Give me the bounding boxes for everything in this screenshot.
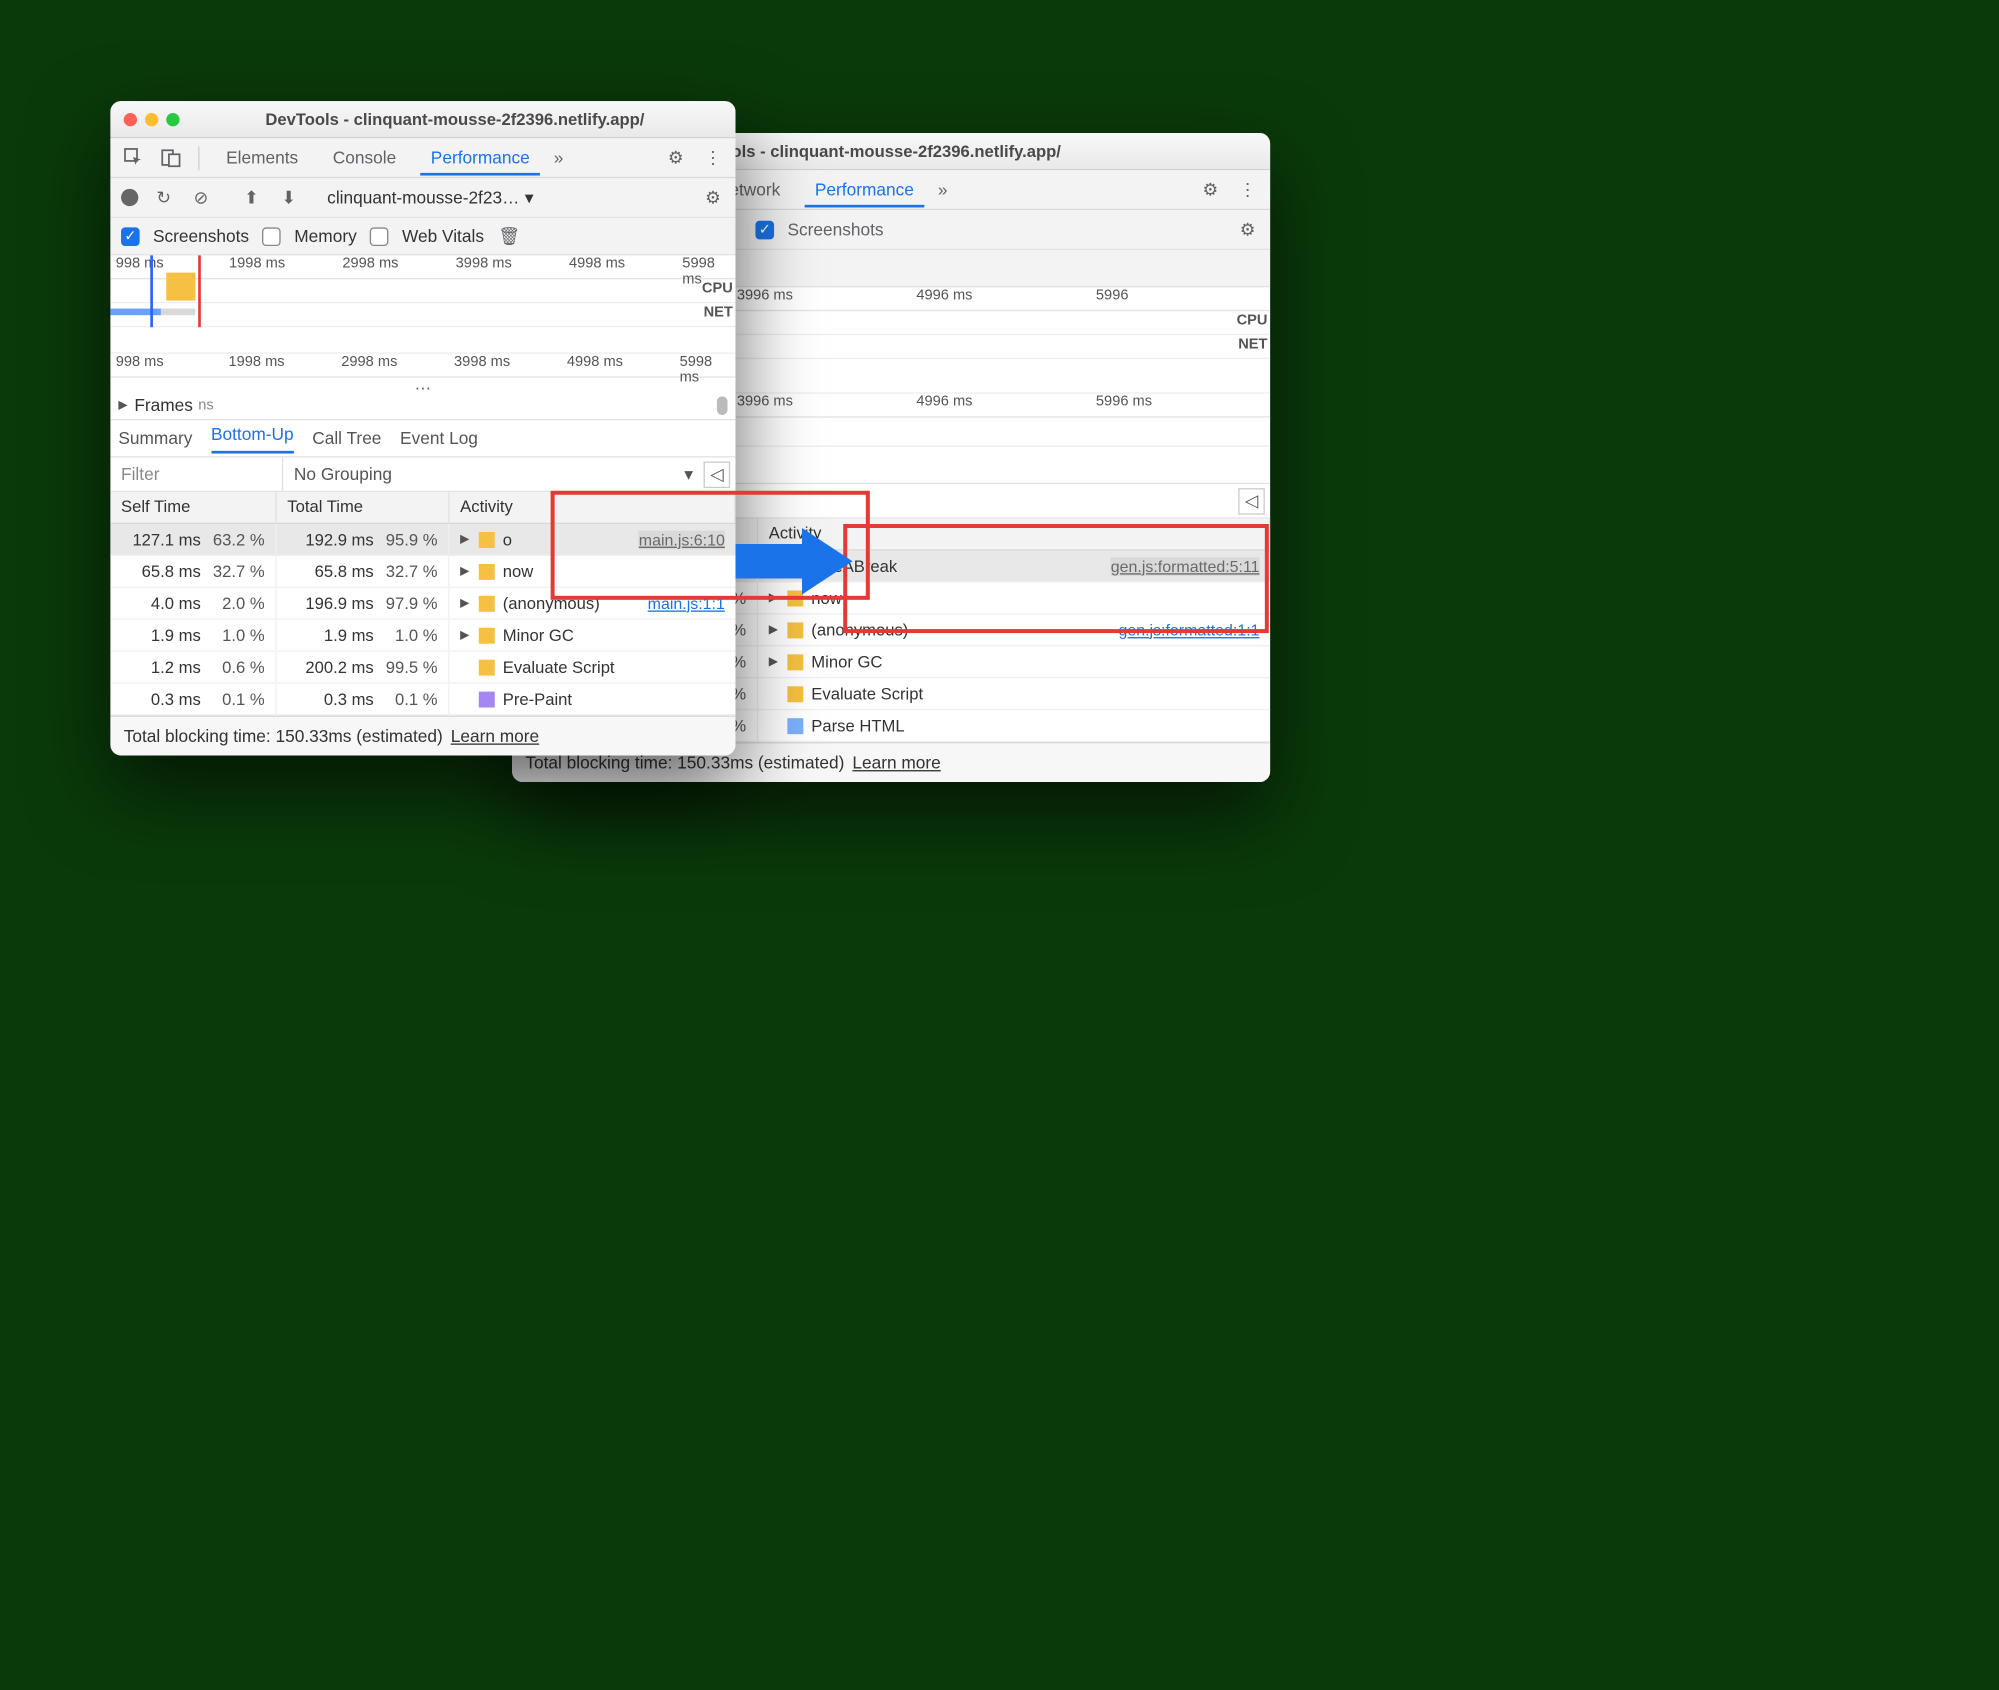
scrollbar-thumb[interactable] [717,396,728,415]
filter-row: Filter No Grouping▾ ◁ [110,458,735,493]
tab-performance[interactable]: Performance [420,140,540,176]
col-activity[interactable]: Activity [450,492,736,523]
save-icon[interactable]: ⬇ [277,186,301,210]
screenshots-checkbox[interactable]: ✓ [756,220,775,239]
record-icon[interactable] [121,189,138,206]
learn-more-link[interactable]: Learn more [852,753,940,773]
inspect-icon[interactable] [121,146,145,170]
subtab-eventlog[interactable]: Event Log [400,428,478,448]
col-total-time[interactable]: Total Time [277,492,450,523]
screenshots-checkbox[interactable]: ✓ [121,227,140,246]
cpu-lane: CPU [110,279,735,303]
table-row[interactable]: 1.2 ms0.6 %200.2 ms99.5 %Evaluate Script [110,652,735,684]
table-row[interactable]: 65.8 ms32.7 %65.8 ms32.7 %▶now [110,556,735,588]
activity-color-icon [479,691,495,707]
detail-ruler[interactable]: 998 ms 1998 ms 2998 ms 3998 ms 4998 ms 5… [110,354,735,378]
table-row[interactable]: 127.1 ms63.2 %192.9 ms95.9 %▶omain.js:6:… [110,524,735,556]
perf-controls: ↻ ⊘ ⬆ ⬇ clinquant-mousse-2f23… ▾ ⚙ [110,178,735,218]
table-header: Self Time Total Time Activity [110,492,735,524]
toggle-sidebar-icon[interactable]: ◁ [704,461,731,488]
grouping-dropdown[interactable]: No Grouping▾ [283,464,703,485]
tab-console[interactable]: Console [322,140,407,176]
detail-subtabs: Summary Bottom-Up Call Tree Event Log [110,420,735,457]
source-link[interactable]: gen.js:formatted:1:1 [1118,620,1259,639]
frames-row[interactable]: ▶Framesns [110,391,735,420]
source-link[interactable]: gen.js:formatted:5:11 [1111,557,1260,576]
overview[interactable]: 998 ms 1998 ms 2998 ms 3998 ms 4998 ms 5… [110,255,735,327]
col-self-time[interactable]: Self Time [110,492,276,523]
load-icon[interactable]: ⬆ [239,186,263,210]
tab-elements[interactable]: Elements [215,140,308,176]
gear-icon[interactable]: ⚙ [701,186,725,210]
activity-color-icon [479,595,495,611]
subtab-calltree[interactable]: Call Tree [312,428,381,448]
screenshots-label: Screenshots [787,219,883,239]
footer: Total blocking time: 150.33ms (estimated… [110,716,735,756]
learn-more-link[interactable]: Learn more [451,726,539,746]
more-tabs-icon[interactable]: » [554,148,564,168]
gear-icon[interactable]: ⚙ [1198,178,1222,202]
activity-color-icon [479,563,495,579]
titlebar: DevTools - clinquant-mousse-2f2396.netli… [110,101,735,138]
tab-performance[interactable]: Performance [804,172,924,208]
arrow-icon [735,528,855,595]
webvitals-checkbox[interactable] [370,227,389,246]
zoom-icon[interactable] [166,112,179,125]
memory-checkbox[interactable] [262,227,281,246]
subtab-bottomup[interactable]: Bottom-Up [211,424,294,453]
kebab-icon[interactable]: ⋮ [1236,178,1260,202]
device-icon[interactable] [158,146,182,170]
options-row: ✓Screenshots Memory Web Vitals 🗑 [110,218,735,255]
blocking-time-text: Total blocking time: 150.33ms (estimated… [525,753,844,773]
activity-color-icon [787,654,803,670]
source-link[interactable]: main.js:1:1 [648,594,725,613]
kebab-icon[interactable]: ⋮ [701,146,725,170]
devtools-window-front: DevTools - clinquant-mousse-2f2396.netli… [110,101,735,755]
window-title: DevTools - clinquant-mousse-2f2396.netli… [188,110,723,129]
gear-icon[interactable]: ⚙ [664,146,688,170]
toggle-sidebar-icon[interactable]: ◁ [1238,487,1265,514]
activity-color-icon [479,531,495,547]
minimize-icon[interactable] [145,112,158,125]
reload-icon[interactable]: ↻ [152,186,176,210]
source-link[interactable]: main.js:6:10 [639,530,725,549]
close-icon[interactable] [124,112,137,125]
activity-color-icon [479,659,495,675]
activity-color-icon [479,627,495,643]
main-tabs: Elements Console Performance » ⚙ ⋮ [110,138,735,178]
recording-dropdown[interactable]: clinquant-mousse-2f23… ▾ [327,187,533,208]
trash-icon[interactable]: 🗑 [497,224,521,248]
net-lane: NET [110,303,735,327]
subtab-summary[interactable]: Summary [118,428,192,448]
table-row[interactable]: 0.3 ms0.1 %0.3 ms0.1 %Pre-Paint [110,684,735,716]
activity-color-icon [787,686,803,702]
more-tabs-icon[interactable]: » [938,180,948,200]
clear-icon[interactable]: ⊘ [189,186,213,210]
activity-color-icon [787,718,803,734]
table-row[interactable]: 4.0 ms2.0 %196.9 ms97.9 %▶(anonymous)mai… [110,588,735,620]
activity-color-icon [787,622,803,638]
table-row[interactable]: 1.9 ms1.0 %1.9 ms1.0 %▶Minor GC [110,620,735,652]
gear-icon[interactable]: ⚙ [1236,217,1260,241]
blocking-time-text: Total blocking time: 150.33ms (estimated… [124,726,443,746]
filter-input[interactable]: Filter [110,458,283,491]
